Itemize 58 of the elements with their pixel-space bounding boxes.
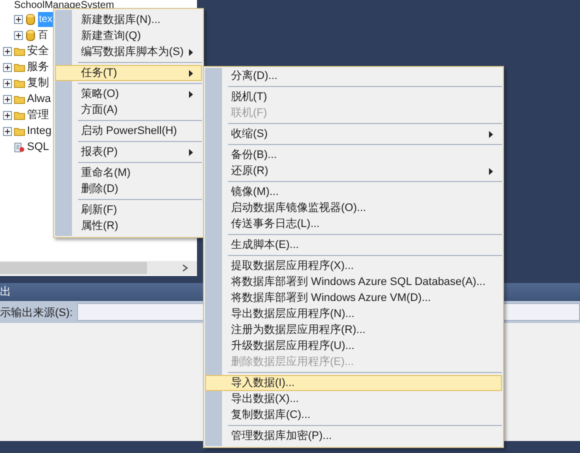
folder-icon <box>14 94 25 104</box>
tree-item[interactable]: 复制 <box>27 76 49 90</box>
sql-agent-icon <box>14 140 25 154</box>
tree-item[interactable]: SchoolManageSystem <box>14 1 114 11</box>
menu-item[interactable]: 还原(R) <box>205 163 502 179</box>
menu-item[interactable]: 生成脚本(E)... <box>205 237 502 253</box>
menu-item[interactable]: 导出数据层应用程序(N)... <box>205 306 502 322</box>
expand-icon[interactable] <box>14 30 23 40</box>
folder-icon <box>14 62 25 72</box>
expand-icon[interactable] <box>3 126 12 136</box>
menu-item[interactable]: 启动 PowerShell(H) <box>55 123 202 139</box>
folder-icon <box>14 78 25 88</box>
tree-item[interactable]: Integ <box>27 124 52 138</box>
tree-item[interactable]: 安全 <box>27 44 49 58</box>
tree-item[interactable]: 管理 <box>27 108 49 122</box>
menu-item[interactable]: 镜像(M)... <box>205 184 502 200</box>
menu-item[interactable]: 重命名(M) <box>55 165 202 181</box>
menu-item[interactable]: 升级数据层应用程序(U)... <box>205 338 502 354</box>
tree-item[interactable]: SQL <box>27 140 50 154</box>
menu-item[interactable]: 启动数据库镜像监视器(O)... <box>205 200 502 216</box>
menu-item[interactable]: 脱机(T) <box>205 89 502 105</box>
menu-item[interactable]: 新建数据库(N)... <box>55 12 202 28</box>
menu-item[interactable]: 编写数据库脚本为(S) <box>55 44 202 60</box>
tree-item[interactable]: Alwa <box>27 92 51 106</box>
expand-icon[interactable] <box>3 62 12 72</box>
menu-item[interactable]: 导出数据(X)... <box>205 391 502 407</box>
menu-item[interactable]: 方面(A) <box>55 102 202 118</box>
folder-icon <box>14 126 25 136</box>
horizontal-scrollbar[interactable] <box>0 261 197 275</box>
expand-icon[interactable] <box>3 94 12 104</box>
database-icon <box>25 28 36 42</box>
menu-item[interactable]: 备份(B)... <box>205 147 502 163</box>
folder-icon <box>14 46 25 56</box>
tree-item[interactable]: 服务 <box>27 60 49 74</box>
menu-item[interactable]: 分离(D)... <box>205 68 502 84</box>
menu-item[interactable]: 策略(O) <box>55 86 202 102</box>
menu-item[interactable]: 属性(R) <box>55 218 202 234</box>
menu-item[interactable]: 传送事务日志(L)... <box>205 216 502 232</box>
menu-item[interactable]: 删除(D) <box>55 181 202 197</box>
menu-item[interactable]: 提取数据层应用程序(X)... <box>205 258 502 274</box>
output-source-label: 示输出来源(S): <box>0 306 73 320</box>
menu-item[interactable]: 复制数据库(C)... <box>205 407 502 423</box>
expand-icon[interactable] <box>3 78 12 88</box>
expand-icon[interactable] <box>3 110 12 120</box>
expand-icon[interactable] <box>3 46 12 56</box>
tree-item[interactable]: 百 <box>38 28 48 42</box>
menu-item[interactable]: 新建查询(Q) <box>55 28 202 44</box>
database-icon <box>25 12 36 26</box>
menu-item[interactable]: 管理数据库加密(P)... <box>205 428 502 444</box>
menu-item[interactable]: 收缩(S) <box>205 126 502 142</box>
menu-item[interactable]: 报表(P) <box>55 144 202 160</box>
menu-item[interactable]: 导入数据(I)... <box>205 375 502 391</box>
menu-item[interactable]: 刷新(F) <box>55 202 202 218</box>
expand-icon[interactable] <box>14 14 23 24</box>
folder-icon <box>14 110 25 120</box>
menu-item[interactable]: 注册为数据层应用程序(R)... <box>205 322 502 338</box>
scroll-right-icon[interactable] <box>181 264 189 272</box>
menu-item[interactable]: 任务(T) <box>55 65 202 81</box>
